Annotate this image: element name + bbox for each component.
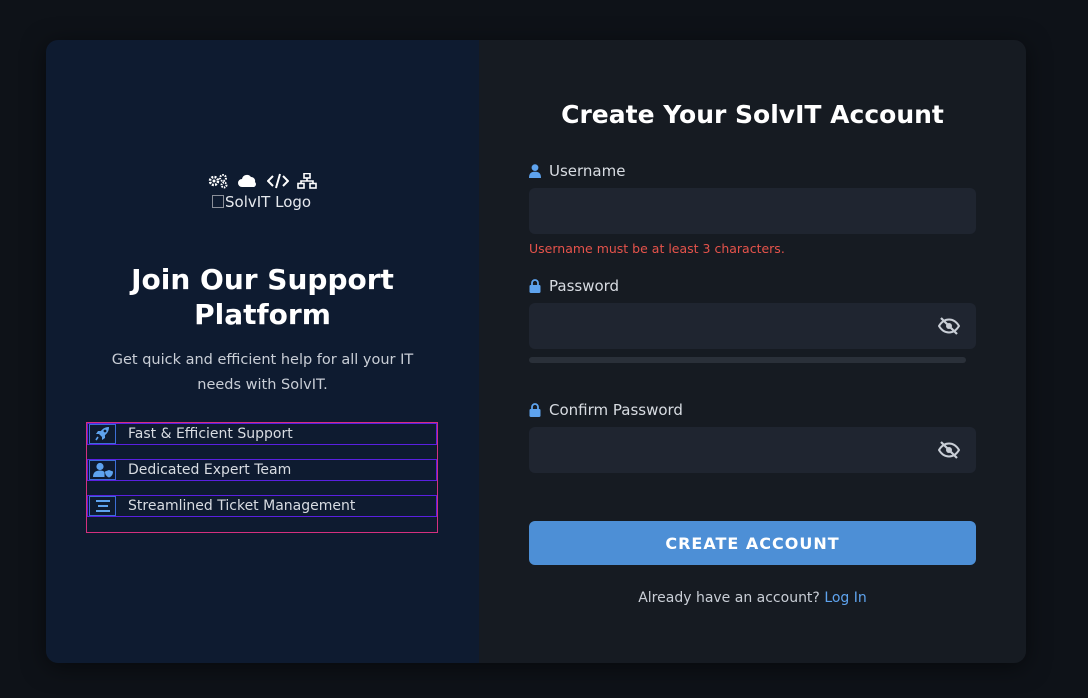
username-label: Username [529,162,625,180]
lock-icon [529,279,541,293]
panel-subtitle: Get quick and efficient help for all you… [111,352,414,393]
logo-icon-row [46,170,479,189]
password-input[interactable] [529,303,976,349]
panel-title: Join Our Support Platform [131,263,394,331]
signup-card: SolvIT Logo Join Our Support Platform Ge… [46,40,1026,663]
toggle-password-visibility-icon[interactable] [937,314,961,338]
form-panel: Create Your SolvIT Account Username User… [479,40,1026,663]
user-icon [529,164,541,178]
create-account-button[interactable]: CREATE ACCOUNT [529,521,976,565]
cloud-icon [238,170,266,189]
feature-list: Fast & Efficient Support Dedicated Exper… [86,422,438,533]
lock-icon [529,403,541,417]
confirm-password-input[interactable] [529,427,976,473]
feature-label: Dedicated Expert Team [128,462,292,478]
username-error: Username must be at least 3 characters. [529,241,785,256]
password-label: Password [529,277,619,295]
login-prompt: Already have an account? Log In [479,590,1026,606]
logo-alt-text: SolvIT Logo [225,193,312,211]
feature-item: Dedicated Expert Team [87,459,437,481]
list-icon [89,496,116,516]
confirm-password-label: Confirm Password [529,401,683,419]
login-link[interactable]: Log In [824,590,866,606]
feature-item: Streamlined Ticket Management [87,495,437,517]
code-icon [266,170,297,189]
feature-label: Fast & Efficient Support [128,426,293,442]
password-strength-bar [529,357,966,363]
feature-item: Fast & Efficient Support [87,423,437,445]
feature-label: Streamlined Ticket Management [128,498,356,514]
broken-image-icon [212,194,224,208]
login-prompt-text: Already have an account? [638,590,820,606]
gears-icon [208,170,238,189]
toggle-confirm-password-visibility-icon[interactable] [937,438,961,462]
info-panel: SolvIT Logo Join Our Support Platform Ge… [46,40,479,663]
rocket-icon [89,424,116,444]
network-icon [296,170,317,189]
logo-image: SolvIT Logo [212,193,311,211]
username-input[interactable] [529,188,976,234]
user-shield-icon [89,460,116,480]
form-title: Create Your SolvIT Account [561,100,944,129]
